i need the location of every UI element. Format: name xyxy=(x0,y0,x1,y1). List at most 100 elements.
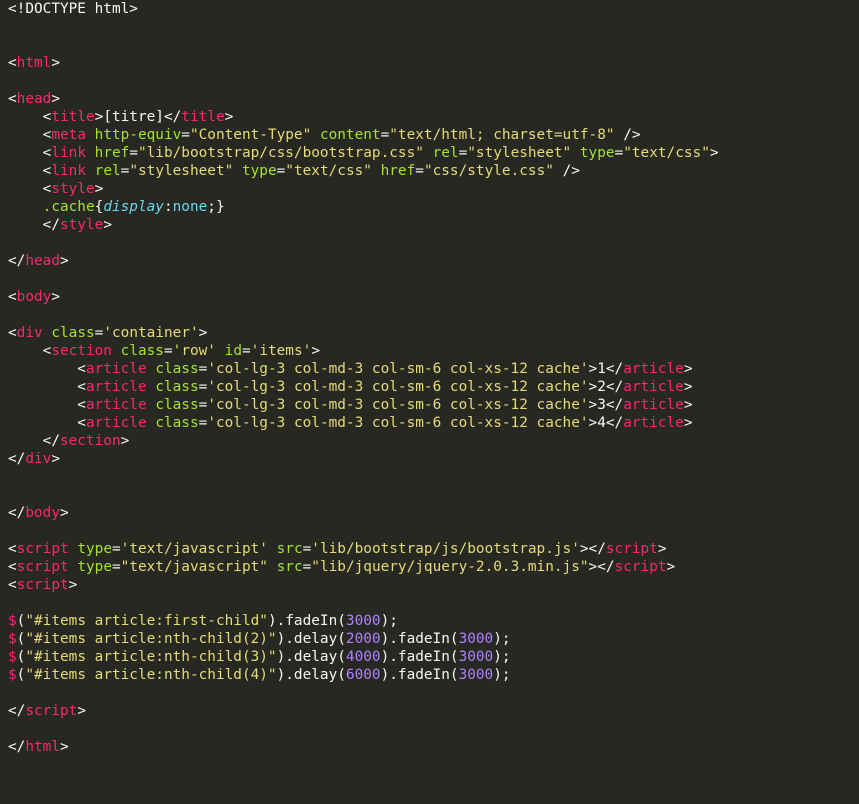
code-line[interactable] xyxy=(8,720,719,738)
code-line[interactable]: $("#items article:nth-child(4)").delay(6… xyxy=(8,666,719,684)
code-line[interactable]: </div> xyxy=(8,450,719,468)
code-token: title xyxy=(51,109,95,125)
code-line[interactable] xyxy=(8,36,719,54)
code-token: html xyxy=(25,739,60,755)
code-token: </ xyxy=(8,217,60,233)
code-token: "#items article:nth-child(3)" xyxy=(25,649,277,665)
code-token: html xyxy=(16,55,52,71)
code-line[interactable] xyxy=(8,486,719,504)
code-line[interactable]: <html> xyxy=(8,54,719,72)
code-line[interactable]: .cache{display:none;} xyxy=(8,198,719,216)
code-token: 2000 xyxy=(345,631,381,647)
code-token: < xyxy=(8,145,52,161)
code-token: = xyxy=(415,163,424,179)
code-token: < xyxy=(8,163,52,179)
code-token: = xyxy=(198,361,208,377)
code-token: < xyxy=(8,289,17,305)
code-editor[interactable]: <!DOCTYPE html> <html> <head> <title>[titr… xyxy=(0,0,859,804)
code-token: "text/html; charset=utf-8" xyxy=(389,127,615,143)
code-token: = xyxy=(198,379,208,395)
code-token: ).fadeIn( xyxy=(267,613,346,629)
code-token: >4</ xyxy=(588,415,624,431)
code-line[interactable]: <style> xyxy=(8,180,719,198)
code-token: .cache xyxy=(42,199,95,215)
code-line[interactable]: <script> xyxy=(8,576,719,594)
code-line[interactable] xyxy=(8,72,719,90)
code-token: = xyxy=(111,541,121,557)
code-line[interactable]: <div class='container'> xyxy=(8,324,719,342)
code-token: src xyxy=(276,541,303,557)
code-line[interactable]: <meta http-equiv="Content-Type" content=… xyxy=(8,126,719,144)
code-token: = xyxy=(302,541,312,557)
code-line[interactable]: </body> xyxy=(8,504,719,522)
code-line[interactable]: <article class='col-lg-3 col-md-3 col-sm… xyxy=(8,378,719,396)
code-token: "#items article:nth-child(4)" xyxy=(25,667,277,683)
code-token: ); xyxy=(493,667,511,683)
code-token: 'col-lg-3 col-md-3 col-sm-6 col-xs-12 ca… xyxy=(207,379,589,395)
code-line[interactable]: </section> xyxy=(8,432,719,450)
code-line[interactable] xyxy=(8,594,719,612)
code-token: = xyxy=(302,559,312,575)
code-token: ></ xyxy=(579,541,606,557)
code-token: > xyxy=(77,703,86,719)
code-line[interactable]: <!DOCTYPE html> xyxy=(8,0,719,18)
code-line[interactable]: <article class='col-lg-3 col-md-3 col-sm… xyxy=(8,360,719,378)
code-token: type xyxy=(579,145,615,161)
code-line[interactable] xyxy=(8,468,719,486)
code-token: article xyxy=(85,415,147,431)
code-line[interactable]: <body> xyxy=(8,288,719,306)
code-line[interactable] xyxy=(8,522,719,540)
code-token: < xyxy=(8,361,86,377)
code-line[interactable]: <article class='col-lg-3 col-md-3 col-sm… xyxy=(8,396,719,414)
code-token: title xyxy=(181,109,225,125)
code-line[interactable]: <title>[titre]</title> xyxy=(8,108,719,126)
code-token: = xyxy=(198,415,208,431)
code-line[interactable]: $("#items article:first-child").fadeIn(3… xyxy=(8,612,719,630)
code-line[interactable]: </style> xyxy=(8,216,719,234)
code-token: < xyxy=(8,577,17,593)
code-token: body xyxy=(25,505,60,521)
code-line[interactable]: <article class='col-lg-3 col-md-3 col-sm… xyxy=(8,414,719,432)
code-token: < xyxy=(8,55,17,71)
code-line[interactable]: <script type="text/javascript" src="lib/… xyxy=(8,558,719,576)
code-line[interactable]: <script type='text/javascript' src='lib/… xyxy=(8,540,719,558)
code-line[interactable]: $("#items article:nth-child(3)").delay(4… xyxy=(8,648,719,666)
code-line[interactable]: </script> xyxy=(8,702,719,720)
code-line[interactable]: </head> xyxy=(8,252,719,270)
code-token: > xyxy=(59,739,69,755)
code-text-area[interactable]: <!DOCTYPE html> <html> <head> <title>[titr… xyxy=(8,0,719,756)
code-line[interactable] xyxy=(8,270,719,288)
code-token: >2</ xyxy=(588,379,624,395)
code-token: < xyxy=(8,325,17,341)
code-token: = xyxy=(241,343,251,359)
code-line[interactable]: <section class='row' id='items'> xyxy=(8,342,719,360)
code-line[interactable]: </html> xyxy=(8,738,719,756)
code-token: = xyxy=(276,163,286,179)
code-token: = xyxy=(163,343,173,359)
code-token: 'container' xyxy=(103,325,199,341)
code-token: class xyxy=(155,379,199,395)
code-line[interactable] xyxy=(8,234,719,252)
code-token: href xyxy=(94,145,130,161)
code-line[interactable]: <head> xyxy=(8,90,719,108)
code-line[interactable]: <link rel="stylesheet" type="text/css" h… xyxy=(8,162,719,180)
code-token: > xyxy=(657,541,667,557)
code-line[interactable] xyxy=(8,18,719,36)
code-token: rel xyxy=(94,163,121,179)
code-token: 4000 xyxy=(345,649,381,665)
code-line[interactable] xyxy=(8,306,719,324)
code-line[interactable] xyxy=(8,684,719,702)
code-line[interactable]: $("#items article:nth-child(2)").delay(2… xyxy=(8,630,719,648)
code-token: > xyxy=(51,91,60,107)
code-token: : xyxy=(163,199,173,215)
code-token: < xyxy=(8,181,52,197)
code-token: "text/css" xyxy=(623,145,710,161)
code-line[interactable]: <link href="lib/bootstrap/css/bootstrap.… xyxy=(8,144,719,162)
code-token: </ xyxy=(8,703,26,719)
code-token: > xyxy=(683,379,693,395)
code-token: > xyxy=(103,217,112,233)
